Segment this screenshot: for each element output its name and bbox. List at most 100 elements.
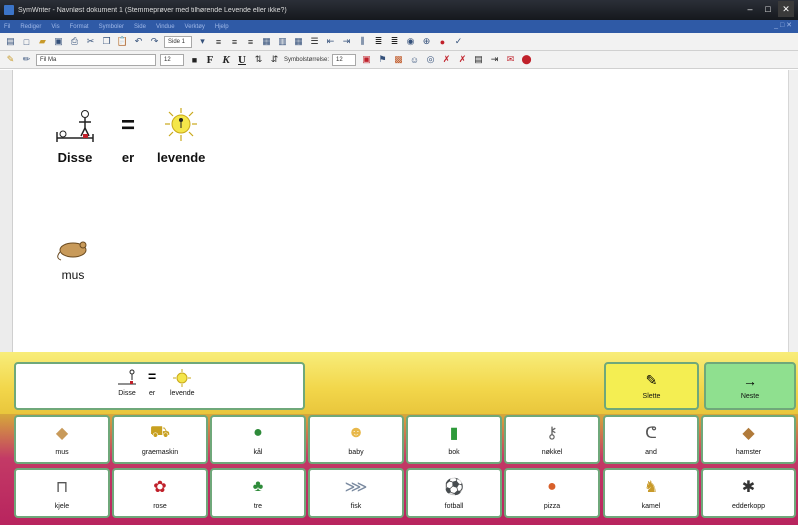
bullets-icon[interactable]: ☰ [308,35,321,48]
grid-cell-and[interactable]: ᕦ and [603,415,699,464]
undo-icon[interactable]: ↶ [132,35,145,48]
speech-icon[interactable]: ◉ [404,35,417,48]
vertical-scrollbar[interactable] [788,70,798,352]
message-symbol-er: = er [148,368,157,397]
grid-cell-bok[interactable]: ▮ bok [406,415,502,464]
menu-format[interactable]: Format [70,24,89,30]
menu-help[interactable]: Hjelp [215,24,229,30]
message-word-levende: levende [170,390,195,397]
bold-button[interactable]: F [204,54,216,66]
symbol-wizard-icon[interactable]: ✉ [504,53,517,66]
save-icon[interactable]: ▣ [52,35,65,48]
grid-next-icon[interactable]: ⇥ [488,53,501,66]
grid-edit-icon[interactable]: ▤ [472,53,485,66]
indent-decrease-icon[interactable]: ⇤ [324,35,337,48]
grid-cell-kjele[interactable]: ⊓ kjele [14,468,110,518]
symbol-off-icon[interactable]: ✗ [440,53,453,66]
standard-toolbar: ▤ □ ▰ ▣ ⎙ ✂ ❐ 📋 ↶ ↷ Side 1 ▾ ≡ ≡ ≡ ▦ ▥ ▦… [0,33,798,51]
document-symbol-er[interactable]: = er [116,108,140,165]
grid-cell-fisk[interactable]: ⋙ fisk [308,468,404,518]
grid-cell-edderkopp[interactable]: ✱ edderkopp [701,468,796,518]
document-symbol-mus[interactable]: mus [55,234,91,282]
superscript-icon[interactable]: ⇅ [252,53,265,66]
symbol-choose-icon[interactable]: ◎ [424,53,437,66]
text-color-icon[interactable]: ■ [188,53,201,66]
pencil-icon[interactable]: ✏ [20,53,33,66]
message-window[interactable]: Disse = er levende [14,362,305,410]
menu-tools[interactable]: Verktøy [185,24,205,30]
menu-file[interactable]: Fil [4,24,10,30]
cut-icon[interactable]: ✂ [84,35,97,48]
maximize-button[interactable]: □ [760,1,776,17]
list-alt-icon[interactable]: ≣ [388,35,401,48]
print-layout-icon[interactable]: ▤ [4,35,17,48]
grid-cell-graemaskin[interactable]: ⛟ graemaskin [112,415,208,464]
font-name-select[interactable]: Fil Ma [36,53,156,66]
subscript-icon[interactable]: ⇵ [268,53,281,66]
font-size-select[interactable]: 12 [160,53,184,66]
grid-cell-nokkel[interactable]: ⚷ nøkkel [504,415,600,464]
grid-cell-tre[interactable]: ♣ tre [210,468,306,518]
kettle-icon: ⊓ [55,478,69,496]
align-center-icon[interactable]: ≡ [228,35,241,48]
symbol-frame-icon[interactable]: ▣ [360,53,373,66]
symbol-remove-icon[interactable]: ✗ [456,53,469,66]
align-right-icon[interactable]: ≡ [244,35,257,48]
print-icon[interactable]: ⎙ [68,35,81,48]
menu-page[interactable]: Side [134,24,146,30]
spell-check-icon[interactable]: ✓ [452,35,465,48]
menu-bar: Fil Rediger Vis Format Symboler Side Vin… [0,20,798,33]
redo-icon[interactable]: ↷ [148,35,161,48]
message-symbol-levende: levende [170,368,195,397]
underline-button[interactable]: U [236,54,248,66]
page-dropdown-icon[interactable]: ▾ [196,35,209,48]
document-symbol-levende[interactable]: levende [157,106,205,165]
grid-cell-rose[interactable]: ✿ rose [112,468,208,518]
open-folder-icon[interactable]: ▰ [36,35,49,48]
minimize-button[interactable]: – [742,1,758,17]
stamp-icon[interactable]: ● [436,35,449,48]
grid-cell-mus[interactable]: ◆ mus [14,415,110,464]
stop-icon[interactable]: ⬤ [520,53,533,66]
menu-window[interactable]: Vindue [156,24,175,30]
camel-icon: ♞ [643,478,659,496]
mdi-controls[interactable]: _ □ ✕ [774,21,792,29]
document-margin [0,70,12,352]
grid-cell-kamel[interactable]: ♞ kamel [603,468,699,518]
delete-button[interactable]: ✎ Slette [604,362,699,410]
duck-icon: ᕦ [645,425,657,442]
justify-icon[interactable]: ▦ [260,35,273,48]
grid-cell-fotball[interactable]: ⚽ fotball [406,468,502,518]
indent-increase-icon[interactable]: ⇥ [340,35,353,48]
italic-button[interactable]: K [220,54,232,66]
columns-icon[interactable]: ⫼ [356,35,369,48]
next-button[interactable]: → Neste [704,362,796,410]
close-button[interactable]: ✕ [778,1,794,17]
new-document-icon[interactable]: □ [20,35,33,48]
document-page[interactable]: Disse = er levende mus [12,70,788,352]
grid-cell-baby[interactable]: ☻ baby [308,415,404,464]
symbol-color-icon[interactable]: ▩ [392,53,405,66]
symbol-skin-icon[interactable]: ☺ [408,53,421,66]
grid-cell-hamster[interactable]: ◆ hamster [701,415,796,464]
zoom-icon[interactable]: ⊕ [420,35,433,48]
frame-icon[interactable]: ▥ [276,35,289,48]
cell-label: bok [448,449,460,456]
list-icon[interactable]: ≣ [372,35,385,48]
menu-symbols[interactable]: Symboler [99,24,124,30]
menu-view[interactable]: Vis [51,24,59,30]
menu-edit[interactable]: Rediger [20,24,41,30]
page-selector[interactable]: Side 1 [164,35,192,48]
grid-cell-pizza[interactable]: ● pizza [504,468,600,518]
grid-cell-kal[interactable]: ● kål [210,415,306,464]
alive-sun-icon [173,369,192,387]
table-icon[interactable]: ▦ [292,35,305,48]
document-symbol-disse[interactable]: Disse [53,108,97,165]
copy-icon[interactable]: ❐ [100,35,113,48]
align-left-icon[interactable]: ≡ [212,35,225,48]
symbol-toggle-icon[interactable]: ⚑ [376,53,389,66]
symbol-size-select[interactable]: 12 [332,53,357,66]
cell-label: graemaskin [141,449,179,456]
pen-icon[interactable]: ✎ [4,53,17,66]
paste-icon[interactable]: 📋 [116,35,129,48]
